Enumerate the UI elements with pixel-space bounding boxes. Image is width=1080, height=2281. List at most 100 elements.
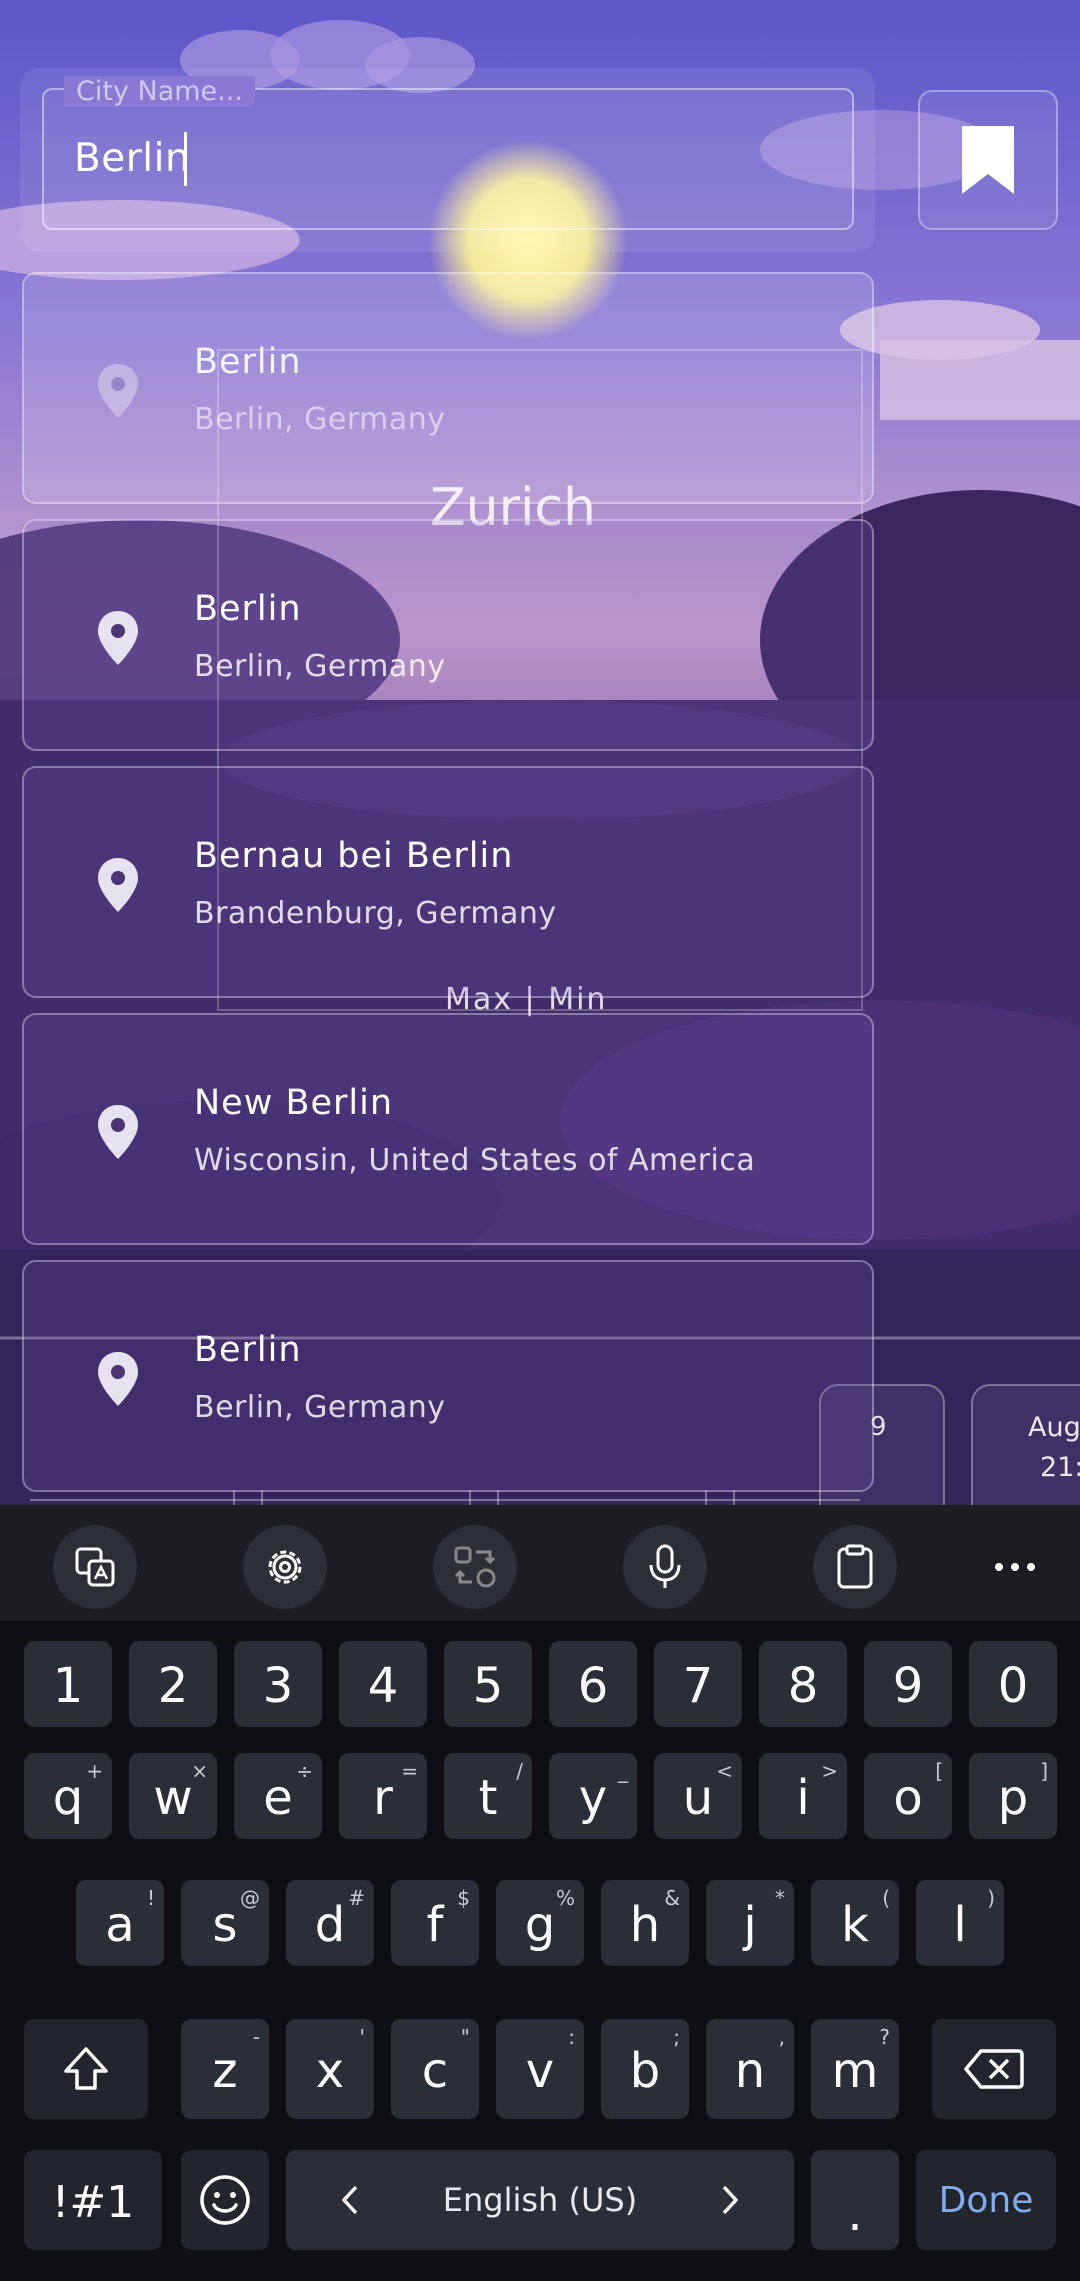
- key-alt-label: ": [460, 2025, 470, 2049]
- key-n[interactable]: n,: [706, 2019, 794, 2119]
- location-pin-icon: [98, 1352, 138, 1406]
- settings-icon: [268, 1550, 302, 1584]
- space-bar[interactable]: English (US): [286, 2150, 794, 2250]
- key-9[interactable]: 9: [864, 1641, 952, 1727]
- key-c[interactable]: c ": [391, 2019, 479, 2119]
- key-3[interactable]: 3: [234, 1641, 322, 1727]
- key-label: 1: [52, 1658, 84, 1714]
- bookmark-button[interactable]: [918, 90, 1058, 230]
- keyboard-settings-button[interactable]: [243, 1525, 327, 1609]
- convert-button[interactable]: [433, 1525, 517, 1609]
- symbols-key[interactable]: !#1: [24, 2150, 162, 2250]
- suggestion-item[interactable]: Berlin Berlin, Germany: [22, 272, 874, 504]
- key-label: i: [796, 1770, 810, 1826]
- emoji-key[interactable]: [181, 2150, 269, 2250]
- key-w[interactable]: w ×: [129, 1753, 217, 1839]
- key-k[interactable]: k(: [811, 1880, 899, 1966]
- key-label: x: [315, 2043, 345, 2099]
- key-e[interactable]: e ÷: [234, 1753, 322, 1839]
- key-alt-label: /: [516, 1759, 523, 1783]
- key-t[interactable]: t /: [444, 1753, 532, 1839]
- search-input-value[interactable]: Berlin: [74, 136, 190, 181]
- key-label: 4: [367, 1658, 399, 1714]
- done-key[interactable]: Done: [916, 2150, 1056, 2250]
- key-q[interactable]: q +: [24, 1753, 112, 1839]
- suggestion-item[interactable]: Berlin Berlin, Germany: [22, 519, 874, 751]
- key-label: f: [426, 1897, 444, 1953]
- voice-input-button[interactable]: [623, 1525, 707, 1609]
- done-label: Done: [938, 2179, 1034, 2221]
- key-label: 6: [577, 1658, 609, 1714]
- suggestion-item[interactable]: Bernau bei Berlin Brandenburg, Germany: [22, 766, 874, 998]
- key-label: s: [212, 1897, 238, 1953]
- key-l[interactable]: l): [916, 1880, 1004, 1966]
- key-label: k: [841, 1897, 869, 1953]
- key-r[interactable]: r =: [339, 1753, 427, 1839]
- key-h[interactable]: h &: [601, 1880, 689, 1966]
- key-label: u: [682, 1770, 714, 1826]
- period-key[interactable]: .: [811, 2150, 899, 2250]
- key-i[interactable]: i >: [759, 1753, 847, 1839]
- clipboard-button[interactable]: [813, 1525, 897, 1609]
- key-1[interactable]: 1: [24, 1641, 112, 1727]
- key-z[interactable]: z-: [181, 2019, 269, 2119]
- key-b[interactable]: b;: [601, 2019, 689, 2119]
- key-label: 5: [472, 1658, 504, 1714]
- suggestion-item[interactable]: Berlin Berlin, Germany: [22, 1260, 874, 1492]
- key-s[interactable]: s @: [181, 1880, 269, 1966]
- key-8[interactable]: 8: [759, 1641, 847, 1727]
- key-0[interactable]: 0: [969, 1641, 1057, 1727]
- key-y[interactable]: y _: [549, 1753, 637, 1839]
- key-label: a: [105, 1897, 135, 1953]
- suggestion-title: Berlin: [194, 342, 302, 382]
- translate-button[interactable]: [53, 1525, 137, 1609]
- key-label: z: [212, 2043, 238, 2099]
- key-label: 3: [262, 1658, 294, 1714]
- key-label: c: [421, 2043, 449, 2099]
- key-alt-label: $: [457, 1886, 470, 1910]
- key-label: 0: [997, 1658, 1029, 1714]
- key-j[interactable]: j *: [706, 1880, 794, 1966]
- key-label: j: [743, 1897, 757, 1953]
- key-f[interactable]: f $: [391, 1880, 479, 1966]
- key-label: g: [524, 1897, 556, 1953]
- key-alt-label: _: [618, 1759, 628, 1783]
- emoji-icon: [200, 2175, 250, 2225]
- key-label: 9: [892, 1658, 924, 1714]
- key-4[interactable]: 4: [339, 1641, 427, 1727]
- key-u[interactable]: u <: [654, 1753, 742, 1839]
- key-o[interactable]: o[: [864, 1753, 952, 1839]
- key-alt-label: %: [555, 1886, 575, 1910]
- suggestion-title: Bernau bei Berlin: [194, 836, 514, 876]
- key-v[interactable]: v:: [496, 2019, 584, 2119]
- search-field-label: City Name...: [64, 76, 255, 107]
- key-m[interactable]: m?: [811, 2019, 899, 2119]
- key-2[interactable]: 2: [129, 1641, 217, 1727]
- suggestion-title: Berlin: [194, 1330, 302, 1370]
- more-options-button[interactable]: [973, 1525, 1057, 1609]
- key-alt-label: *: [775, 1886, 785, 1910]
- key-g[interactable]: g%: [496, 1880, 584, 1966]
- key-label: n: [734, 2043, 766, 2099]
- key-d[interactable]: d #: [286, 1880, 374, 1966]
- suggestion-item[interactable]: New Berlin Wisconsin, United States of A…: [22, 1013, 874, 1245]
- forecast-card-time: 21:: [1040, 1452, 1080, 1483]
- key-alt-label: (: [882, 1886, 890, 1910]
- key-a[interactable]: a!: [76, 1880, 164, 1966]
- key-6[interactable]: 6: [549, 1641, 637, 1727]
- shift-icon: [64, 2047, 108, 2090]
- key-5[interactable]: 5: [444, 1641, 532, 1727]
- key-7[interactable]: 7: [654, 1641, 742, 1727]
- soft-keyboard: 1 2 3 4 5 6 7 8 9 0 q + w × e ÷ r = t / y _ u <…: [0, 1505, 1080, 2281]
- clipboard-icon: [837, 1544, 873, 1589]
- key-label: w: [153, 1770, 193, 1826]
- keyboard-toolbar: [0, 1505, 1080, 1621]
- key-x[interactable]: x ': [286, 2019, 374, 2119]
- suggestion-title: New Berlin: [194, 1083, 394, 1123]
- key-label: h: [629, 1897, 661, 1953]
- shift-key[interactable]: [24, 2019, 148, 2119]
- convert-icon: [454, 1546, 496, 1588]
- key-alt-label: !: [146, 1886, 155, 1910]
- key-p[interactable]: p]: [969, 1753, 1057, 1839]
- backspace-key[interactable]: [932, 2019, 1056, 2119]
